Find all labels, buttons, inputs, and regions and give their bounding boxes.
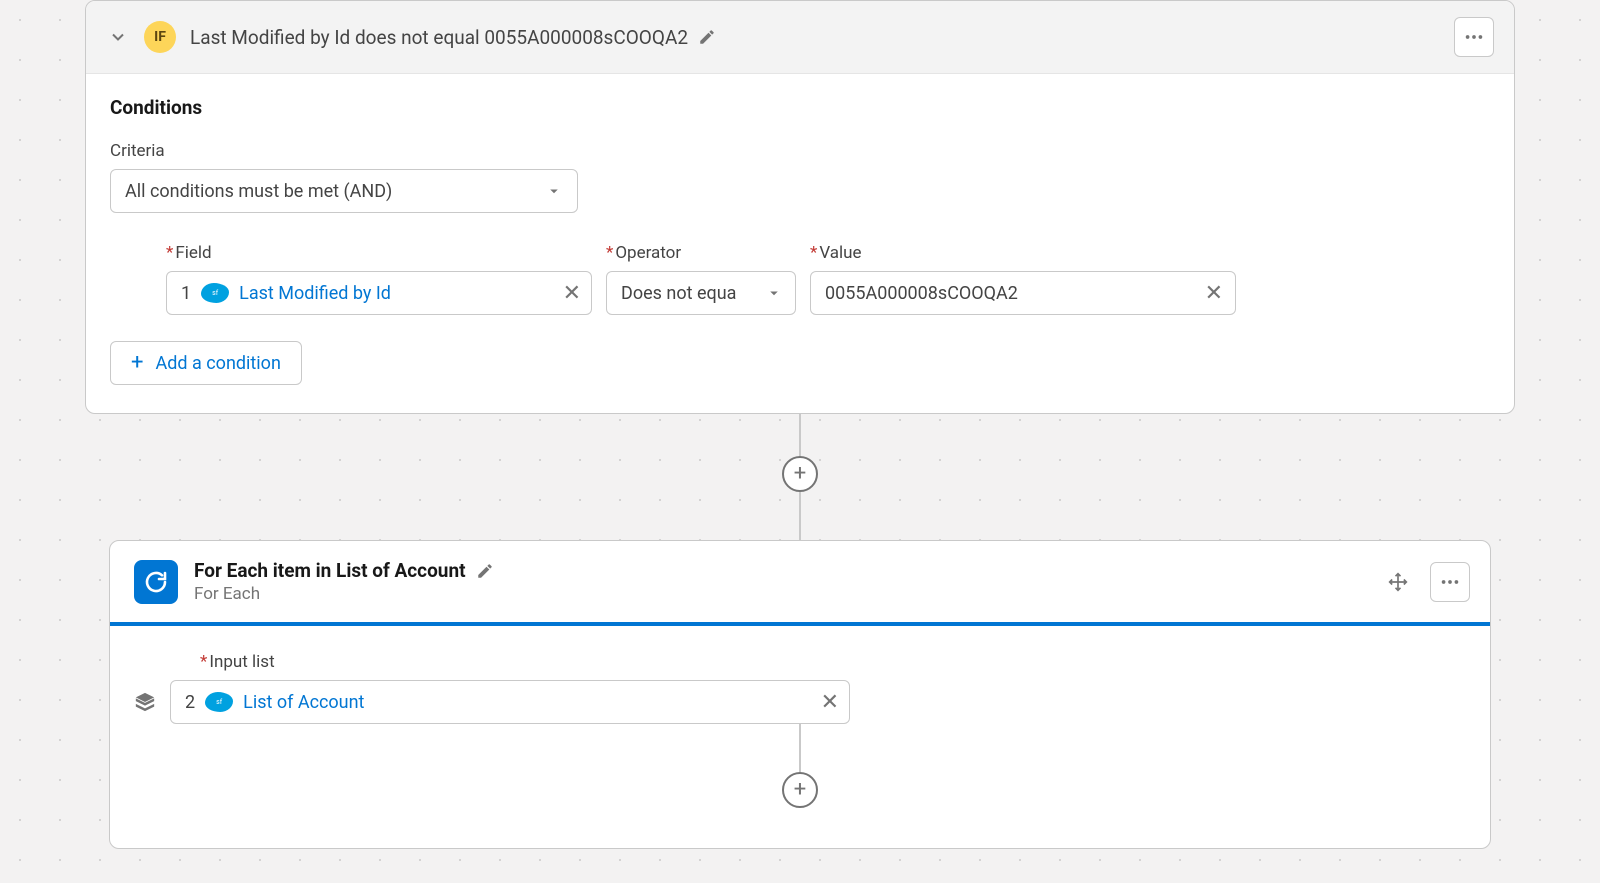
operator-value: Does not equa: [621, 283, 759, 304]
add-condition-button[interactable]: + Add a condition: [110, 341, 302, 385]
value-label: *Value: [810, 243, 1236, 263]
if-title: Last Modified by Id does not equal 0055A…: [190, 26, 1440, 49]
operator-select[interactable]: Does not equa: [606, 271, 796, 315]
connector: +: [85, 414, 1515, 540]
foreach-subtitle: For Each: [194, 584, 1366, 604]
pencil-icon[interactable]: [698, 28, 716, 46]
if-badge: IF: [144, 21, 176, 53]
clear-field-icon[interactable]: ✕: [563, 281, 581, 306]
value-input[interactable]: 0055A000008sCOOQA2 ✕: [810, 271, 1236, 315]
more-button[interactable]: [1454, 17, 1494, 57]
input-list-index: 2: [185, 692, 195, 713]
conditions-heading: Conditions: [110, 96, 1490, 119]
foreach-header: For Each item in List of Account For Eac…: [110, 541, 1490, 622]
add-step-button[interactable]: +: [782, 456, 818, 492]
foreach-badge-icon: [134, 560, 178, 604]
value-text: 0055A000008sCOOQA2: [825, 283, 1018, 304]
criteria-value: All conditions must be met (AND): [125, 181, 392, 202]
if-card-body: Conditions Criteria All conditions must …: [86, 74, 1514, 413]
salesforce-cloud-icon: sf: [205, 692, 233, 712]
criteria-label: Criteria: [110, 141, 1490, 161]
add-inner-step-button[interactable]: +: [782, 772, 818, 808]
condition-row: *Field 1 sf Last Modified by Id ✕ *Opera…: [110, 243, 1490, 315]
foreach-body: *Input list 2 sf List of Account ✕ +: [110, 626, 1490, 808]
required-star: *: [200, 652, 207, 672]
more-button[interactable]: [1430, 562, 1470, 602]
condition-index: 1: [181, 283, 191, 304]
field-picker[interactable]: 1 sf Last Modified by Id ✕: [166, 271, 592, 315]
field-label: *Field: [166, 243, 592, 263]
chevron-down-icon[interactable]: [106, 21, 130, 53]
pencil-icon[interactable]: [476, 562, 494, 580]
salesforce-cloud-icon: sf: [201, 283, 229, 303]
field-value: Last Modified by Id: [239, 283, 552, 304]
input-list-value: List of Account: [243, 692, 810, 713]
operator-label: *Operator: [606, 243, 796, 263]
criteria-select[interactable]: All conditions must be met (AND): [110, 169, 578, 213]
if-card-header: IF Last Modified by Id does not equal 00…: [86, 1, 1514, 74]
required-star: *: [166, 243, 173, 263]
connector-line: [799, 724, 801, 772]
if-card: IF Last Modified by Id does not equal 00…: [85, 0, 1515, 414]
if-title-text: Last Modified by Id does not equal 0055A…: [190, 26, 688, 49]
input-list-picker[interactable]: 2 sf List of Account ✕: [170, 680, 850, 724]
required-star: *: [810, 243, 817, 263]
move-icon[interactable]: [1382, 566, 1414, 598]
clear-input-list-icon[interactable]: ✕: [821, 690, 839, 715]
stack-icon: [134, 691, 156, 713]
inner-connector: +: [134, 724, 1466, 808]
foreach-card: For Each item in List of Account For Eac…: [109, 540, 1491, 849]
add-condition-label: Add a condition: [155, 353, 280, 374]
clear-value-icon[interactable]: ✕: [1205, 281, 1223, 306]
connector-line: [799, 414, 801, 456]
foreach-title-row: For Each item in List of Account: [194, 559, 1366, 582]
input-list-label: *Input list: [134, 652, 1466, 672]
foreach-title: For Each item in List of Account: [194, 559, 466, 582]
required-star: *: [606, 243, 613, 263]
connector-line: [799, 492, 801, 540]
